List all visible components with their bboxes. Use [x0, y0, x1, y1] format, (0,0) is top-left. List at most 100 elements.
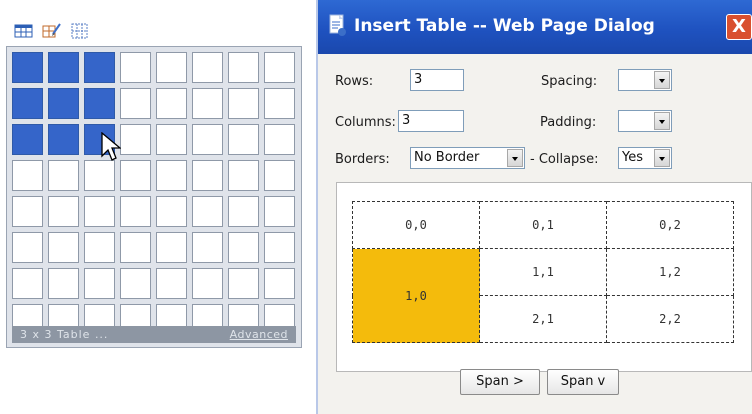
- grid-cell[interactable]: [192, 124, 223, 155]
- grid-cell[interactable]: [228, 232, 259, 263]
- grid-cell[interactable]: [120, 88, 151, 119]
- columns-input[interactable]: 3: [398, 110, 464, 132]
- table-preview-panel: 0,0 0,1 0,2 1,0 1,1 1,2 2,1 2,2: [336, 182, 752, 372]
- grid-cell[interactable]: [192, 232, 223, 263]
- close-button[interactable]: X: [726, 14, 752, 40]
- grid-cell[interactable]: [264, 160, 295, 191]
- grid-cell[interactable]: [84, 268, 115, 299]
- chevron-down-icon[interactable]: [654, 71, 670, 89]
- chevron-down-icon[interactable]: [654, 149, 670, 167]
- grid-cell[interactable]: [156, 160, 187, 191]
- preview-cell-1-2[interactable]: 1,2: [606, 248, 734, 296]
- columns-label: Columns:: [335, 115, 396, 130]
- grid-cell[interactable]: [12, 196, 43, 227]
- grid-cell[interactable]: [120, 124, 151, 155]
- grid-cell[interactable]: [192, 88, 223, 119]
- grid-cell[interactable]: [192, 268, 223, 299]
- table-size-status: 3 x 3 Table ...: [20, 328, 109, 341]
- grid-cell-selected[interactable]: [84, 88, 115, 119]
- preview-cell-2-1[interactable]: 2,1: [479, 295, 607, 343]
- grid-cell[interactable]: [264, 232, 295, 263]
- collapse-value: Yes: [622, 150, 643, 165]
- grid-cell[interactable]: [48, 196, 79, 227]
- mouse-pointer-icon: [101, 132, 121, 161]
- grid-panel: 3 x 3 Table ... Advanced: [6, 46, 302, 348]
- preview-cell-0-0[interactable]: 0,0: [352, 201, 480, 249]
- grid-cell[interactable]: [264, 124, 295, 155]
- preview-cell-2-2[interactable]: 2,2: [606, 295, 734, 343]
- padding-select[interactable]: [618, 110, 672, 132]
- grid-cell-selected[interactable]: [12, 124, 43, 155]
- grid-cell[interactable]: [228, 52, 259, 83]
- preview-cell-1-0-selected[interactable]: 1,0: [352, 248, 480, 343]
- grid-cell[interactable]: [156, 268, 187, 299]
- grid-cell[interactable]: [192, 160, 223, 191]
- grid-cell[interactable]: [228, 196, 259, 227]
- grid-cell-selected[interactable]: [48, 124, 79, 155]
- rows-input[interactable]: 3: [410, 69, 464, 91]
- grid-cell[interactable]: [120, 196, 151, 227]
- edit-table-icon[interactable]: [42, 22, 62, 40]
- rows-label: Rows:: [335, 74, 374, 89]
- grid-cell[interactable]: [156, 124, 187, 155]
- table-preview: 0,0 0,1 0,2 1,0 1,1 1,2 2,1 2,2: [352, 201, 734, 343]
- spacing-label: Spacing:: [541, 74, 598, 89]
- grid-cell[interactable]: [228, 124, 259, 155]
- spacing-select[interactable]: [618, 69, 672, 91]
- span-right-button[interactable]: Span >: [460, 369, 540, 395]
- dialog-titlebar[interactable]: Insert Table -- Web Page Dialog X: [318, 0, 752, 54]
- grid-cell[interactable]: [120, 232, 151, 263]
- insert-table-dialog: Insert Table -- Web Page Dialog X Rows: …: [316, 0, 752, 414]
- grid-cell[interactable]: [156, 196, 187, 227]
- grid-cell-selected[interactable]: [84, 52, 115, 83]
- grid-cell[interactable]: [192, 196, 223, 227]
- grid-cell[interactable]: [264, 52, 295, 83]
- grid-cell[interactable]: [12, 268, 43, 299]
- grid-cell[interactable]: [84, 232, 115, 263]
- grid-cell[interactable]: [48, 160, 79, 191]
- grid-cell[interactable]: [264, 268, 295, 299]
- grid-footer: 3 x 3 Table ... Advanced: [12, 326, 296, 343]
- grid-cell[interactable]: [228, 88, 259, 119]
- span-down-button[interactable]: Span v: [547, 369, 619, 395]
- grid-cell-selected[interactable]: [12, 88, 43, 119]
- grid-cell[interactable]: [264, 88, 295, 119]
- chevron-down-icon[interactable]: [507, 149, 523, 167]
- grid-cell[interactable]: [156, 232, 187, 263]
- table-icon[interactable]: [14, 22, 34, 40]
- picker-toolbar: [14, 22, 90, 40]
- dialog-title: Insert Table -- Web Page Dialog: [354, 16, 655, 36]
- grid-cell[interactable]: [12, 232, 43, 263]
- grid-cell-selected[interactable]: [48, 52, 79, 83]
- grid-cell[interactable]: [12, 160, 43, 191]
- borders-label: Borders:: [335, 152, 390, 167]
- preview-cell-1-1[interactable]: 1,1: [479, 248, 607, 296]
- padding-label: Padding:: [540, 115, 597, 130]
- grid-cell[interactable]: [48, 232, 79, 263]
- table-size-picker: 3 x 3 Table ... Advanced: [0, 0, 310, 414]
- grid-cell[interactable]: [264, 196, 295, 227]
- grid-cell[interactable]: [84, 196, 115, 227]
- grid-cell[interactable]: [156, 52, 187, 83]
- collapse-select[interactable]: Yes: [618, 147, 672, 169]
- grid-cell[interactable]: [156, 88, 187, 119]
- preview-cell-0-1[interactable]: 0,1: [479, 201, 607, 249]
- grid-cell[interactable]: [120, 52, 151, 83]
- grid-cell[interactable]: [48, 268, 79, 299]
- table-grid-icon[interactable]: [70, 22, 90, 40]
- grid-cell[interactable]: [84, 160, 115, 191]
- grid-cell-selected[interactable]: [12, 52, 43, 83]
- preview-cell-0-2[interactable]: 0,2: [606, 201, 734, 249]
- grid-cell[interactable]: [192, 52, 223, 83]
- advanced-link[interactable]: Advanced: [230, 326, 288, 343]
- grid-cell[interactable]: [120, 160, 151, 191]
- grid-cell[interactable]: [120, 268, 151, 299]
- borders-value: No Border: [414, 150, 480, 165]
- borders-select[interactable]: No Border: [410, 147, 525, 169]
- collapse-label: - Collapse:: [530, 152, 599, 167]
- grid-cell-selected[interactable]: [48, 88, 79, 119]
- chevron-down-icon[interactable]: [654, 112, 670, 130]
- grid-cell[interactable]: [228, 268, 259, 299]
- grid-cell[interactable]: [228, 160, 259, 191]
- page-icon: [329, 14, 346, 36]
